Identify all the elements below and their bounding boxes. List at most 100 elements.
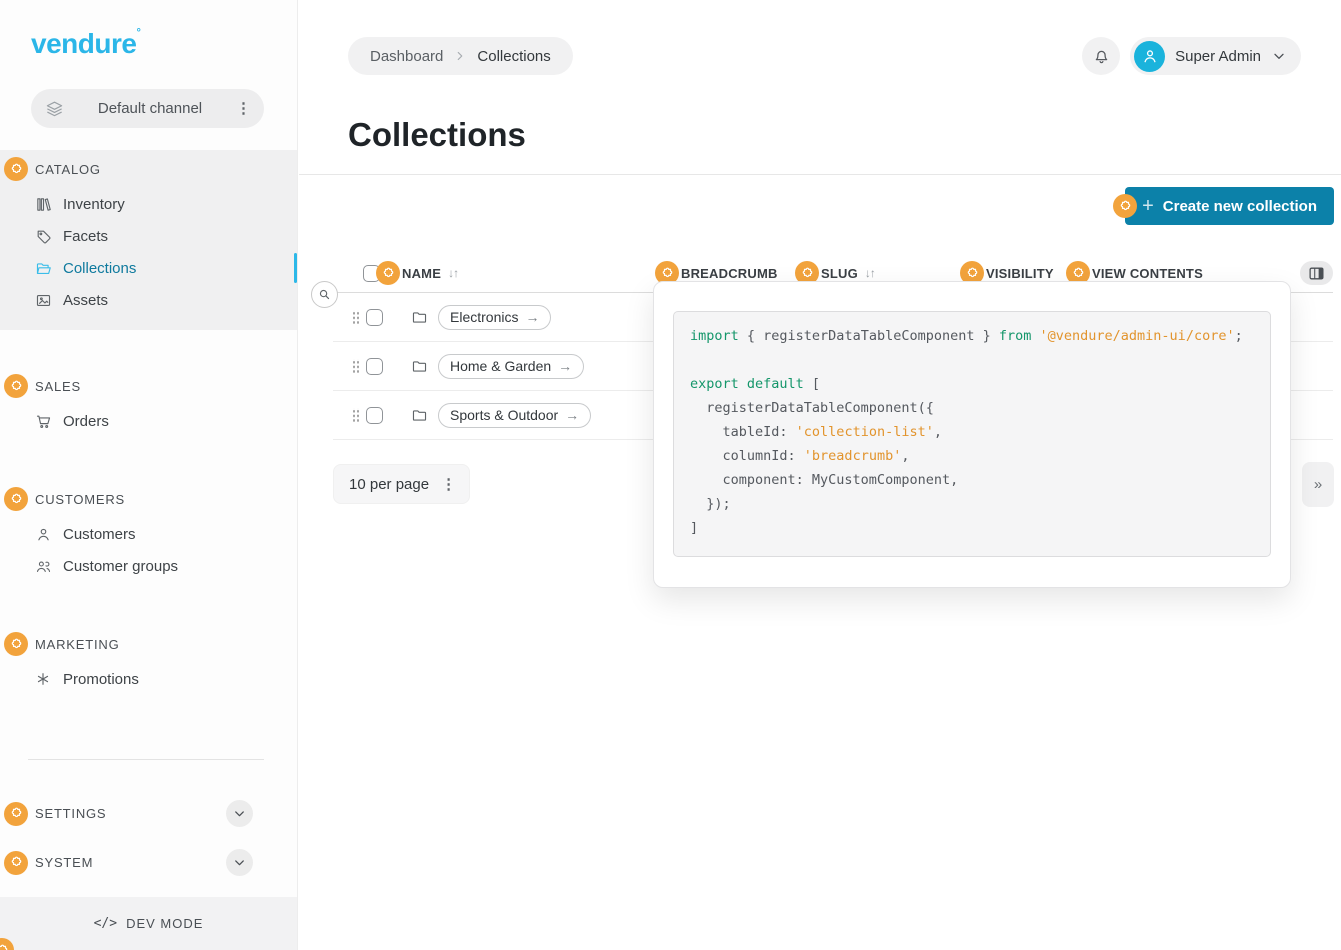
kebab-icon[interactable]: ⋮ <box>236 101 251 116</box>
select-checkbox[interactable] <box>366 407 383 424</box>
nav-section-catalog: CATALOG Inventory Facets Collections Ass… <box>0 150 297 330</box>
folder-icon <box>411 407 428 424</box>
sidebar-item-orders[interactable]: Orders <box>0 405 297 437</box>
dev-extension-badge[interactable] <box>4 157 28 181</box>
sidebar-item-inventory[interactable]: Inventory <box>0 188 297 220</box>
settings-collapse-button[interactable] <box>226 800 253 827</box>
dev-extension-badge[interactable] <box>1113 194 1137 218</box>
arrow-right-icon: → <box>525 309 539 325</box>
sort-icon[interactable]: ↓↑ <box>448 266 458 280</box>
drag-handle[interactable] <box>352 408 360 422</box>
sidebar-nav: CATALOG Inventory Facets Collections Ass… <box>0 150 297 883</box>
breadcrumb-current: Collections <box>477 48 550 65</box>
column-header-name[interactable]: NAME ↓↑ <box>333 261 655 285</box>
columns-icon <box>1308 265 1325 282</box>
create-new-collection-button[interactable]: + Create new collection <box>1125 187 1334 225</box>
next-page-button[interactable]: » <box>1302 462 1334 507</box>
section-label: CATALOG <box>35 162 101 177</box>
section-label: CUSTOMERS <box>35 492 125 507</box>
nav-section-header-catalog: CATALOG <box>0 150 297 188</box>
search-button[interactable] <box>311 281 338 308</box>
dev-mode-toggle[interactable]: </> DEV MODE <box>0 897 297 950</box>
nav-section-marketing: MARKETING Promotions <box>0 625 297 695</box>
breadcrumb-dashboard-link[interactable]: Dashboard <box>370 48 443 65</box>
section-label: SYSTEM <box>35 855 93 870</box>
system-collapse-button[interactable] <box>226 849 253 876</box>
column-label: VIEW CONTENTS <box>1092 266 1203 281</box>
select-checkbox[interactable] <box>366 358 383 375</box>
collection-link-chip[interactable]: Sports & Outdoor → <box>438 403 591 428</box>
sort-icon[interactable]: ↓↑ <box>865 266 875 280</box>
sidebar-item-label: Facets <box>63 228 108 245</box>
sidebar-item-label: Customer groups <box>63 558 178 575</box>
create-button-label: Create new collection <box>1163 198 1317 215</box>
breadcrumb: Dashboard Collections <box>348 37 573 75</box>
column-picker-button[interactable] <box>1300 261 1333 285</box>
column-label: BREADCRUMB <box>681 266 778 281</box>
code-snippet: import { registerDataTableComponent } fr… <box>673 311 1271 557</box>
code-brackets-icon: </> <box>94 916 117 931</box>
user-menu[interactable]: Super Admin <box>1130 37 1301 75</box>
dev-extension-badge[interactable] <box>4 802 28 826</box>
main-content: Dashboard Collections Super Admin Collec… <box>299 0 1341 950</box>
user-name: Super Admin <box>1175 48 1261 65</box>
sidebar-item-collections[interactable]: Collections <box>0 252 297 284</box>
sidebar-item-label: Customers <box>63 526 136 543</box>
sidebar: vendure° Default channel ⋮ CATALOG Inven… <box>0 0 298 950</box>
column-label: NAME <box>402 266 441 281</box>
arrow-right-icon: → <box>565 407 579 423</box>
chevron-down-icon <box>232 855 247 870</box>
chevron-down-icon <box>1271 48 1287 64</box>
plus-icon: + <box>1142 195 1154 218</box>
sidebar-item-label: Assets <box>63 292 108 309</box>
collection-name: Electronics <box>450 309 518 325</box>
channel-label: Default channel <box>64 100 236 117</box>
sidebar-item-assets[interactable]: Assets <box>0 284 297 316</box>
dev-extension-badge[interactable] <box>4 851 28 875</box>
dev-extension-badge[interactable] <box>4 374 28 398</box>
sidebar-item-facets[interactable]: Facets <box>0 220 297 252</box>
section-label: SALES <box>35 379 81 394</box>
sidebar-item-customers[interactable]: Customers <box>0 518 297 550</box>
collection-name: Home & Garden <box>450 358 551 374</box>
drag-handle[interactable] <box>352 359 360 373</box>
nav-section-customers: CUSTOMERS Customers Customer groups <box>0 480 297 582</box>
folder-icon <box>411 309 428 326</box>
arrow-right-icon: → <box>558 358 572 374</box>
chevron-down-icon <box>232 806 247 821</box>
layers-icon <box>45 99 64 118</box>
collection-name: Sports & Outdoor <box>450 407 558 423</box>
search-icon <box>317 287 332 302</box>
bell-icon <box>1092 47 1111 66</box>
user-icon <box>35 526 52 543</box>
toolbar: + Create new collection <box>299 187 1334 225</box>
collection-link-chip[interactable]: Electronics → <box>438 305 551 330</box>
sidebar-item-label: Promotions <box>63 671 139 688</box>
kebab-icon: ⋮ <box>441 477 456 492</box>
dev-mode-code-popover: import { registerDataTableComponent } fr… <box>653 281 1291 588</box>
chevron-right-icon <box>453 49 467 63</box>
column-label: VISIBILITY <box>986 266 1054 281</box>
channel-switcher[interactable]: Default channel ⋮ <box>31 89 264 128</box>
vendure-logo[interactable]: vendure° <box>31 28 297 60</box>
per-page-label: 10 per page <box>349 476 429 493</box>
section-label: SETTINGS <box>35 806 106 821</box>
dev-extension-badge[interactable] <box>376 261 400 285</box>
page-title: Collections <box>348 114 1341 156</box>
drag-handle[interactable] <box>352 310 360 324</box>
sidebar-item-customer-groups[interactable]: Customer groups <box>0 550 297 582</box>
dev-mode-label: DEV MODE <box>126 916 203 931</box>
sidebar-item-promotions[interactable]: Promotions <box>0 663 297 695</box>
dev-extension-badge[interactable] <box>4 632 28 656</box>
nav-section-settings: SETTINGS <box>0 793 297 834</box>
column-label: SLUG <box>821 266 858 281</box>
notifications-button[interactable] <box>1082 37 1120 75</box>
dev-extension-badge[interactable] <box>4 487 28 511</box>
items-per-page-select[interactable]: 10 per page ⋮ <box>333 464 470 504</box>
users-icon <box>35 558 52 575</box>
nav-section-sales: SALES Orders <box>0 367 297 437</box>
select-checkbox[interactable] <box>366 309 383 326</box>
sidebar-item-label: Orders <box>63 413 109 430</box>
collection-link-chip[interactable]: Home & Garden → <box>438 354 584 379</box>
inventory-icon <box>35 196 52 213</box>
